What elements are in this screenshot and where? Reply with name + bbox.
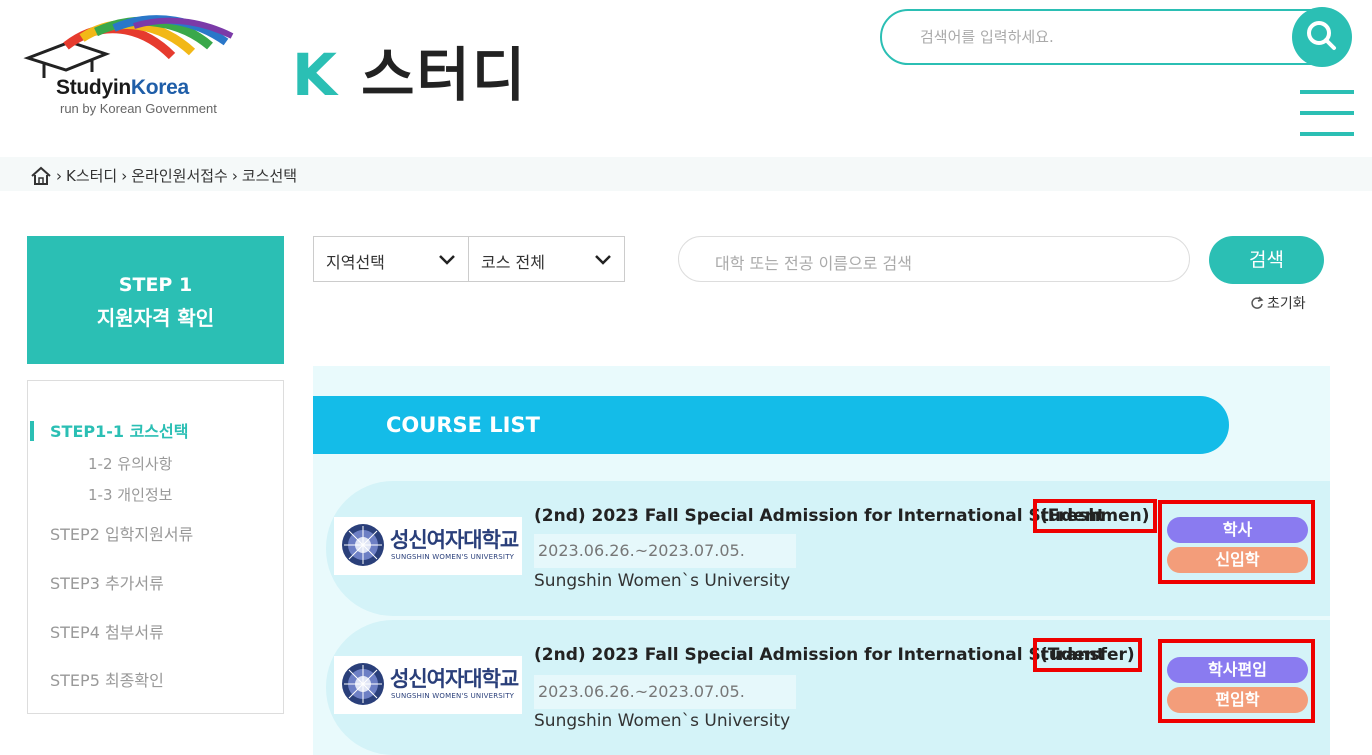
step-title: STEP 1 <box>118 274 193 296</box>
top-search-bar[interactable]: 검색어를 입력하세요. <box>880 7 1352 67</box>
chevron-right-icon: › <box>231 166 238 185</box>
nav-step2[interactable]: STEP2 입학지원서류 <box>50 521 193 545</box>
mortarboard-icon <box>23 15 234 78</box>
breadcrumb: › K스터디 › 온라인원서접수 › 코스선택 <box>30 165 297 186</box>
search-icon <box>1307 21 1336 50</box>
admission-type-badge: 편입학 <box>1167 687 1308 713</box>
course-title[interactable]: (2nd) 2023 Fall Special Admission for In… <box>534 645 1105 665</box>
course-date: 2023.06.26.~2023.07.05. <box>534 675 796 709</box>
university-name: Sungshin Women`s University <box>534 571 791 591</box>
chevron-right-icon: › <box>56 166 62 185</box>
nav-step4[interactable]: STEP4 첨부서류 <box>50 619 164 643</box>
home-icon[interactable] <box>30 166 52 186</box>
course-select[interactable]: 코스 전체 <box>468 236 625 282</box>
nav-step1-2[interactable]: 1-2 유의사항 <box>88 453 172 474</box>
hamburger-icon <box>1300 90 1354 94</box>
logo-english-name: SUNGSHIN WOMEN'S UNIVERSITY <box>391 553 515 561</box>
logo-subtitle: run by Korean Government <box>60 101 217 116</box>
reset-label: 초기화 <box>1267 296 1306 312</box>
university-logo: 성신여자대학교 SUNGSHIN WOMEN'S UNIVERSITY <box>334 656 522 714</box>
step-subtitle: 지원자격 확인 <box>96 306 215 330</box>
logo-korean-name: 성신여자대학교 <box>390 528 519 552</box>
breadcrumb-item[interactable]: 온라인원서접수 <box>131 165 228 186</box>
chevron-right-icon: › <box>121 166 128 185</box>
admission-type-badge: 신입학 <box>1167 547 1308 573</box>
course-search-input[interactable]: 대학 또는 전공 이름으로 검색 <box>678 236 1190 282</box>
course-list-title: COURSE LIST <box>386 413 540 437</box>
logo-brand-text: StudyinKorea <box>56 76 189 99</box>
menu-button[interactable] <box>1300 90 1354 138</box>
search-button[interactable]: 검색 <box>1209 236 1324 284</box>
nav-step1-1[interactable]: STEP1-1 코스선택 <box>50 418 188 442</box>
course-select-value: 코스 전체 <box>481 253 545 272</box>
badge-group: 학사편입 편입학 <box>1158 639 1315 723</box>
university-name: Sungshin Women`s University <box>534 711 791 731</box>
breadcrumb-item: 코스선택 <box>241 167 298 185</box>
badge-group: 학사 신입학 <box>1158 500 1315 584</box>
region-select[interactable]: 지역선택 <box>313 236 469 282</box>
degree-badge: 학사편입 <box>1167 657 1308 683</box>
nav-step3[interactable]: STEP3 추가서류 <box>50 570 164 594</box>
university-emblem-icon <box>342 524 384 566</box>
refresh-icon <box>1251 296 1264 309</box>
top-search-button[interactable] <box>1292 7 1352 67</box>
nav-step1-3[interactable]: 1-3 개인정보 <box>88 484 172 505</box>
course-title[interactable]: (2nd) 2023 Fall Special Admission for In… <box>534 506 1105 526</box>
step-header: STEP 1 지원자격 확인 <box>27 236 284 364</box>
reset-button[interactable]: 초기화 <box>1250 293 1306 313</box>
site-title[interactable]: K 스터디 <box>292 28 527 112</box>
region-select-value: 지역선택 <box>326 253 385 272</box>
active-indicator <box>30 421 34 441</box>
course-list-header: COURSE LIST <box>313 396 1229 454</box>
university-logo: 성신여자대학교 SUNGSHIN WOMEN'S UNIVERSITY <box>334 517 522 575</box>
step-nav: STEP1-1 코스선택 1-2 유의사항 1-3 개인정보 STEP2 입학지… <box>27 380 284 714</box>
logo-english-name: SUNGSHIN WOMEN'S UNIVERSITY <box>391 692 515 700</box>
nav-step5[interactable]: STEP5 최종확인 <box>50 667 164 691</box>
course-type-tag: (Freshmen) <box>1033 499 1157 533</box>
course-type-tag: (Transfer) <box>1033 638 1142 672</box>
breadcrumb-item[interactable]: K스터디 <box>66 165 117 186</box>
chevron-down-icon <box>595 255 611 265</box>
breadcrumb-bar: › K스터디 › 온라인원서접수 › 코스선택 <box>0 157 1372 191</box>
logo-korean-name: 성신여자대학교 <box>390 667 519 691</box>
degree-badge: 학사 <box>1167 517 1308 543</box>
university-emblem-icon <box>342 663 384 705</box>
course-date: 2023.06.26.~2023.07.05. <box>534 534 796 568</box>
course-search-placeholder: 대학 또는 전공 이름으로 검색 <box>715 254 912 273</box>
course-card[interactable]: 성신여자대학교 SUNGSHIN WOMEN'S UNIVERSITY (2nd… <box>326 620 1330 755</box>
course-card[interactable]: 성신여자대학교 SUNGSHIN WOMEN'S UNIVERSITY (2nd… <box>326 481 1330 616</box>
chevron-down-icon <box>439 255 455 265</box>
top-search-input[interactable]: 검색어를 입력하세요. <box>920 26 1054 47</box>
studyinkorea-logo[interactable]: StudyinKorea run by Korean Government <box>22 12 252 122</box>
